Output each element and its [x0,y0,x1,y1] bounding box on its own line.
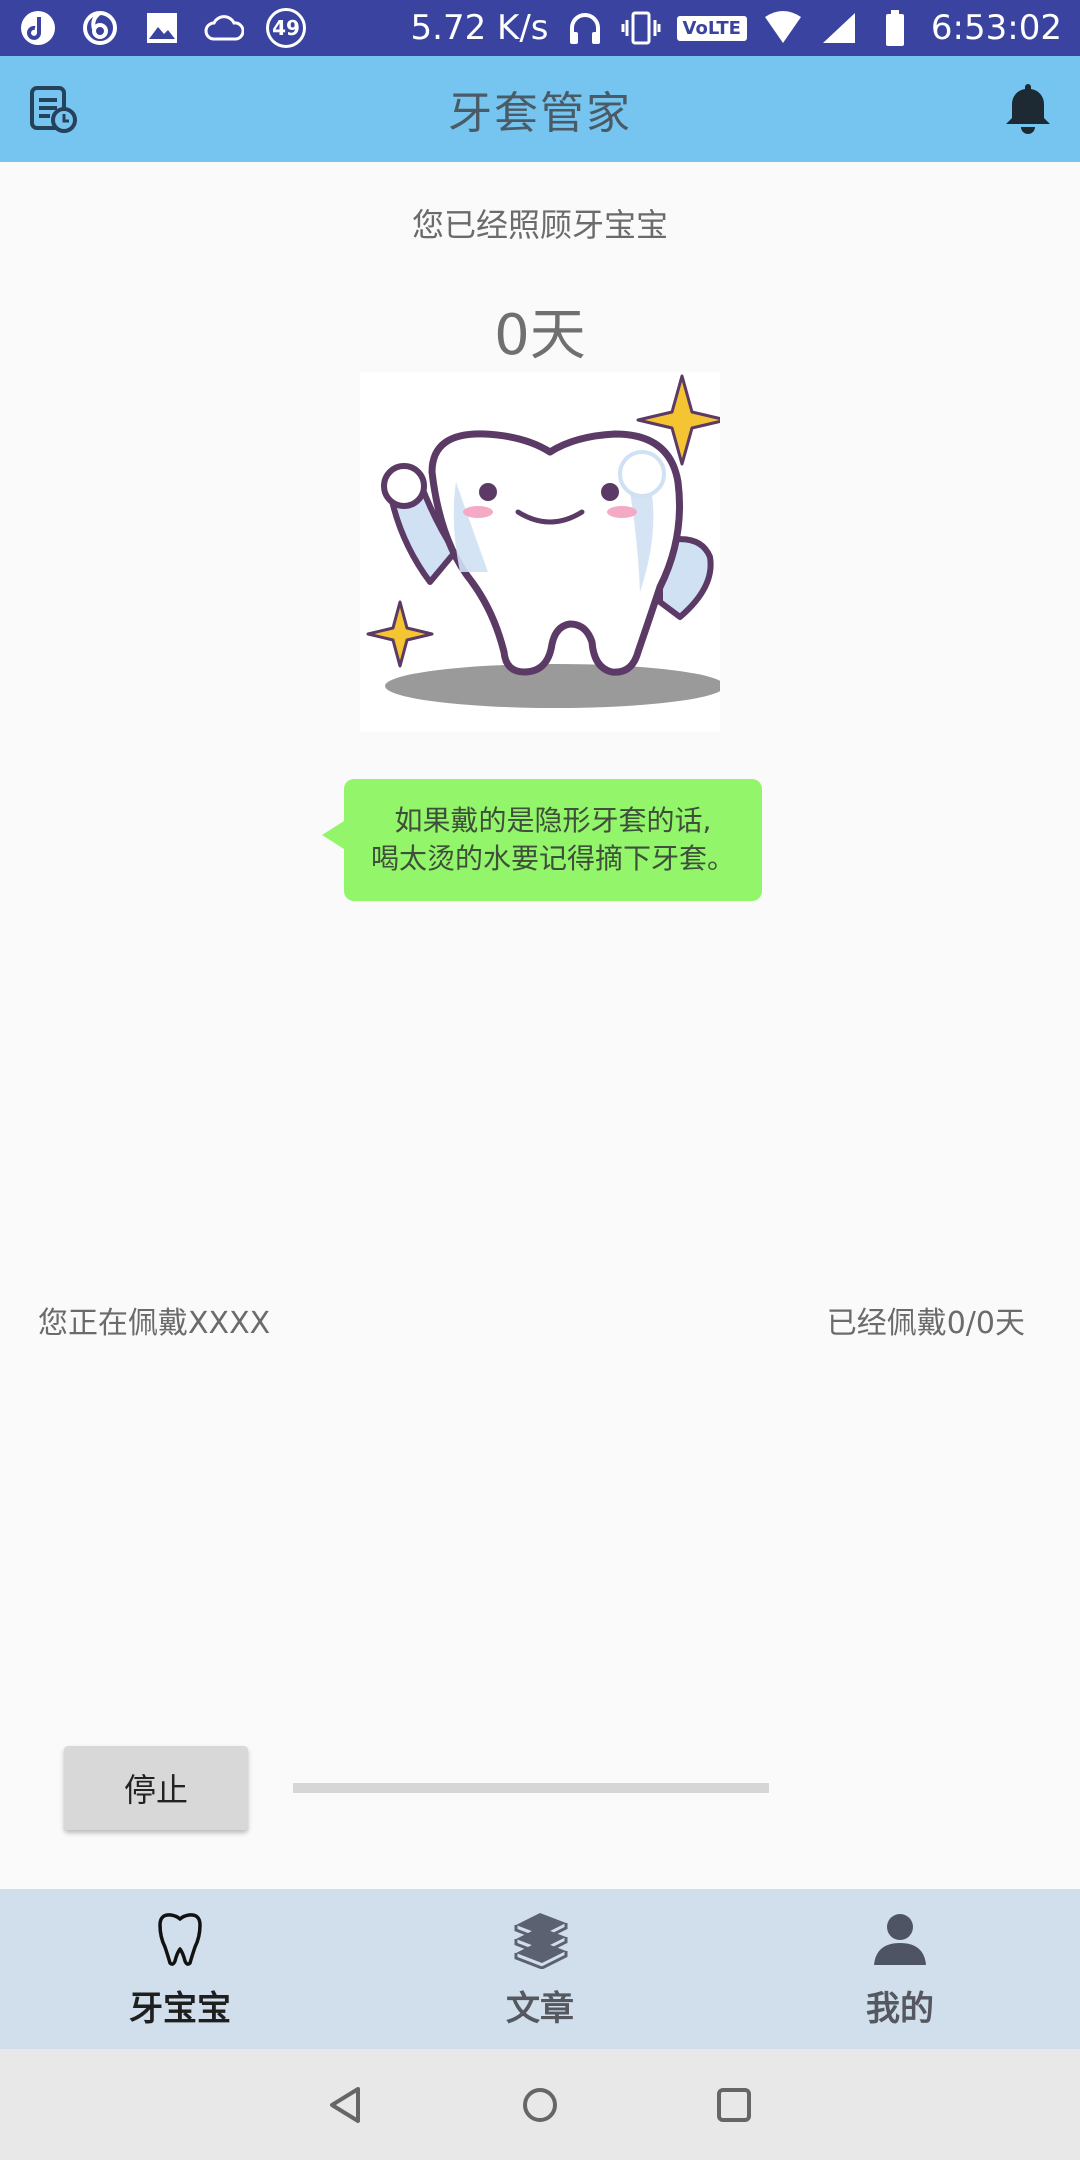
nav-label-mine: 我的 [866,1989,934,2029]
volte-badge: VoLTE [676,15,747,41]
nav-item-mine[interactable]: 我的 [720,1889,1080,2049]
signal-icon [819,8,859,48]
home-icon[interactable] [518,2083,562,2127]
bell-icon[interactable] [1002,80,1054,136]
care-label: 您已经照顾牙宝宝 [411,206,668,244]
status-icons-right: 5.72 K/s VoLTE 6:53:02 [411,8,1062,48]
clock: 6:53:02 [930,8,1062,48]
tooth-mascot-image [360,372,728,732]
notification-count-badge: 49 [266,8,306,48]
nav-label-articles: 文章 [506,1989,574,2029]
books-icon [510,1909,570,1970]
system-nav-bar [0,2049,1080,2160]
days-count: 0天 [494,303,586,368]
nav-label-tooth-baby: 牙宝宝 [129,1989,231,2029]
bottom-nav: 牙宝宝 文章 我的 [0,1889,1080,2049]
battery-icon [875,8,915,48]
headphones-icon [565,8,605,48]
person-icon [870,1909,930,1969]
status-icons-left: 49 [18,8,306,48]
recents-icon[interactable] [712,2083,756,2127]
cloud-icon [204,8,244,48]
stop-button[interactable]: 停止 [64,1746,248,1830]
tip-line-2: 喝太烫的水要记得摘下牙套。 [370,842,735,875]
music-app-icon [18,8,58,48]
tooth-icon [150,1909,210,1969]
netease-icon [80,8,120,48]
wearing-status: 您正在佩戴XXXX [38,1306,271,1341]
wifi-icon [763,8,803,48]
status-bar: 49 5.72 K/s VoLTE 6:53:02 [0,0,1080,56]
tip-bubble: 如果戴的是隐形牙套的话, 喝太烫的水要记得摘下牙套。 [322,779,762,901]
page-title: 牙套管家 [448,88,632,139]
worn-days-counter: 已经佩戴0/0天 [826,1306,1025,1341]
net-speed: 5.72 K/s [410,8,549,48]
tip-line-1: 如果戴的是隐形牙套的话, [394,804,712,837]
nav-item-articles[interactable]: 文章 [360,1889,720,2049]
nav-item-tooth-baby[interactable]: 牙宝宝 [0,1889,360,2049]
record-icon[interactable] [28,84,78,134]
gallery-icon [142,8,182,48]
vibrate-icon [621,8,661,48]
wear-progress-bar [293,1783,769,1793]
app-header: 牙套管家 [0,56,1080,162]
back-icon[interactable] [324,2083,368,2127]
